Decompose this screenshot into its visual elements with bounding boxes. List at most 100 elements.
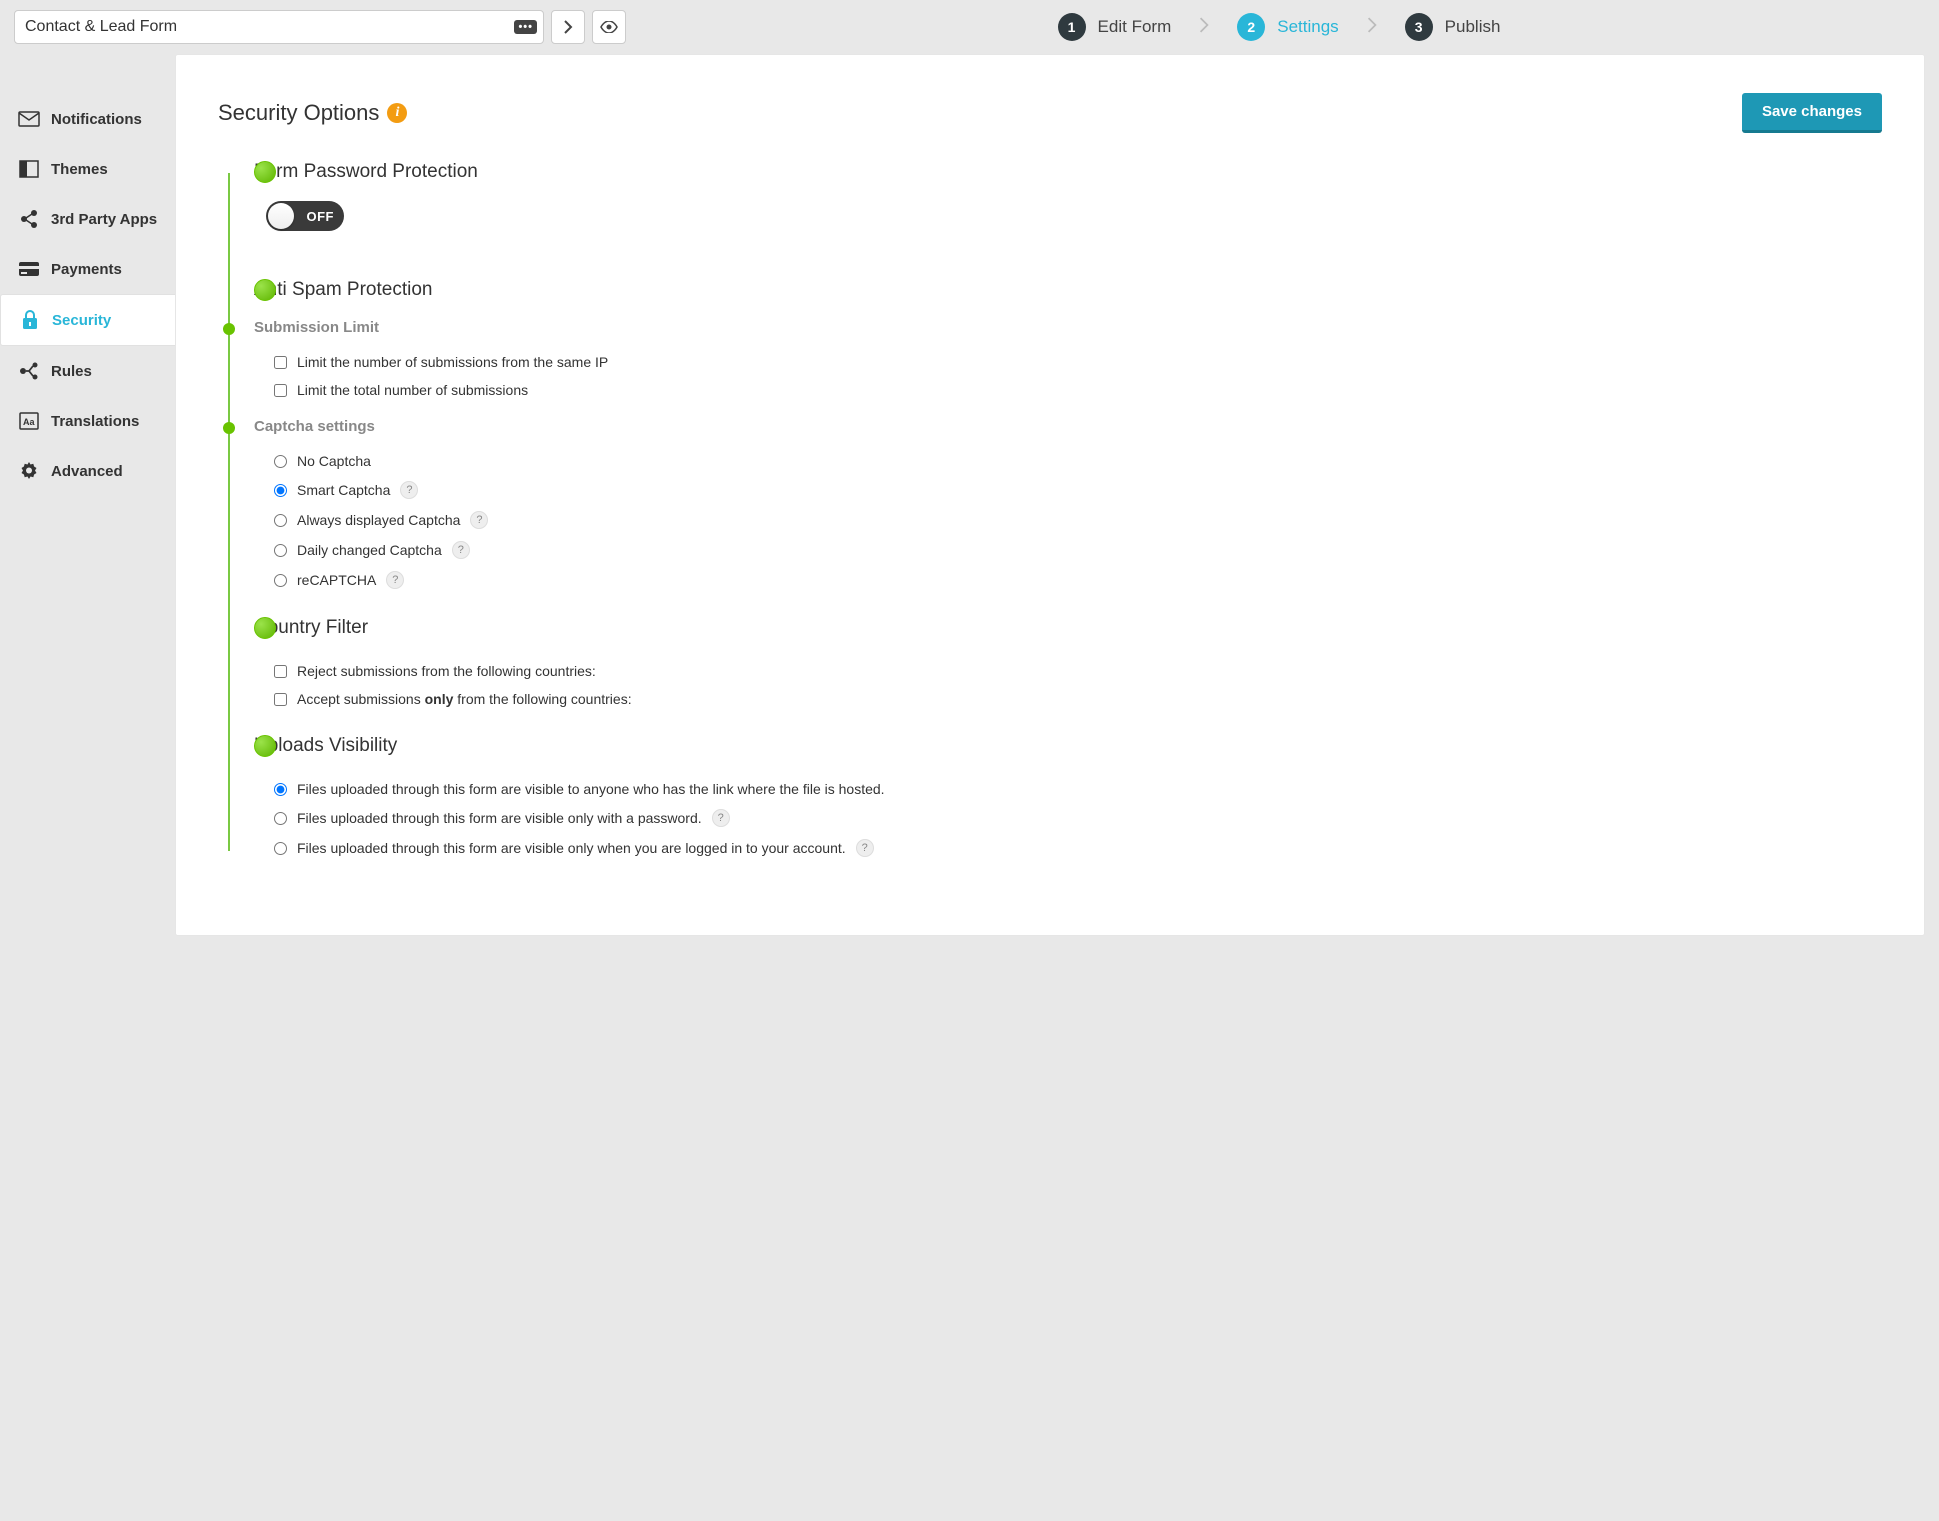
subheading-captcha: Captcha settings bbox=[254, 418, 1882, 435]
option-label: Always displayed Captcha bbox=[297, 512, 460, 528]
radio-option[interactable]: reCAPTCHA? bbox=[274, 565, 1882, 595]
section-country-filter: Country Filter bbox=[254, 617, 1882, 639]
subheading-submission-limit: Submission Limit bbox=[254, 319, 1882, 336]
option-label: Limit the total number of submissions bbox=[297, 382, 528, 398]
wizard-step-number: 1 bbox=[1058, 13, 1086, 41]
sidebar-item-rules[interactable]: Rules bbox=[0, 346, 175, 396]
radio[interactable] bbox=[274, 455, 287, 468]
radio[interactable] bbox=[274, 812, 287, 825]
sidebar-item-translations[interactable]: Aa Translations bbox=[0, 396, 175, 446]
radio-option[interactable]: No Captcha bbox=[274, 447, 1882, 475]
radio-option[interactable]: Always displayed Captcha? bbox=[274, 505, 1882, 535]
sidebar-item-label: Themes bbox=[51, 161, 108, 178]
help-icon[interactable]: ? bbox=[712, 809, 730, 827]
checkbox[interactable] bbox=[274, 356, 287, 369]
help-icon[interactable]: ? bbox=[452, 541, 470, 559]
gear-icon bbox=[18, 460, 40, 482]
toggle-label: OFF bbox=[307, 209, 335, 224]
sidebar-item-label: Payments bbox=[51, 261, 122, 278]
preview-button[interactable] bbox=[592, 10, 626, 44]
option-label: Smart Captcha bbox=[297, 482, 390, 498]
radio[interactable] bbox=[274, 514, 287, 527]
option-label: Accept submissions only from the followi… bbox=[297, 691, 632, 707]
sidebar-item-label: Security bbox=[52, 312, 111, 329]
chevron-right-icon bbox=[562, 20, 574, 34]
option-label: reCAPTCHA bbox=[297, 572, 376, 588]
option-label: Files uploaded through this form are vis… bbox=[297, 810, 702, 826]
radio-option[interactable]: Files uploaded through this form are vis… bbox=[274, 803, 1882, 833]
timeline-subnode bbox=[223, 323, 235, 335]
checkbox-option[interactable]: Reject submissions from the following co… bbox=[274, 657, 1882, 685]
wizard-step-edit-form[interactable]: 1 Edit Form bbox=[1058, 13, 1172, 41]
sidebar: Notifications Themes 3rd Party Apps Payment… bbox=[0, 54, 175, 496]
sidebar-item-3rd-party-apps[interactable]: 3rd Party Apps bbox=[0, 194, 175, 244]
mail-icon bbox=[18, 108, 40, 130]
radio-option[interactable]: Smart Captcha? bbox=[274, 475, 1882, 505]
checkbox[interactable] bbox=[274, 693, 287, 706]
wizard-steps: 1 Edit Form 2Settings 3 Publish bbox=[633, 13, 1925, 41]
content-panel: Security Options i Save changes Form Pas… bbox=[175, 54, 1925, 936]
help-icon[interactable]: ? bbox=[400, 481, 418, 499]
option-label: Files uploaded through this form are vis… bbox=[297, 840, 846, 856]
eye-icon bbox=[600, 21, 618, 33]
layout-icon bbox=[18, 158, 40, 180]
wizard-step-number: 2 bbox=[1237, 13, 1265, 41]
sidebar-item-label: 3rd Party Apps bbox=[51, 211, 157, 228]
save-button[interactable]: Save changes bbox=[1742, 93, 1882, 133]
password-toggle[interactable]: OFF bbox=[266, 201, 344, 231]
sidebar-item-label: Translations bbox=[51, 413, 139, 430]
ellipsis-icon[interactable]: ••• bbox=[514, 20, 537, 34]
help-icon[interactable]: ? bbox=[470, 511, 488, 529]
chevron-right-icon bbox=[1199, 17, 1209, 38]
section-anti-spam: Anti Spam Protection bbox=[254, 279, 1882, 301]
sidebar-item-security[interactable]: Security bbox=[0, 294, 176, 346]
checkbox[interactable] bbox=[274, 665, 287, 678]
next-button[interactable] bbox=[551, 10, 585, 44]
wizard-step-number: 3 bbox=[1405, 13, 1433, 41]
wizard-step-label: Publish bbox=[1445, 17, 1501, 37]
page-title: Security Options bbox=[218, 100, 379, 126]
radio[interactable] bbox=[274, 842, 287, 855]
option-label: Files uploaded through this form are vis… bbox=[297, 781, 885, 797]
info-icon[interactable]: i bbox=[387, 103, 407, 123]
option-label: Limit the number of submissions from the… bbox=[297, 354, 608, 370]
sidebar-item-advanced[interactable]: Advanced bbox=[0, 446, 175, 496]
radio[interactable] bbox=[274, 783, 287, 796]
sidebar-item-payments[interactable]: Payments bbox=[0, 244, 175, 294]
help-icon[interactable]: ? bbox=[856, 839, 874, 857]
timeline-node bbox=[254, 735, 276, 757]
wizard-step-settings[interactable]: 2Settings bbox=[1237, 13, 1338, 41]
timeline-subnode bbox=[223, 422, 235, 434]
checkbox-option[interactable]: Accept submissions only from the followi… bbox=[274, 685, 1882, 713]
radio[interactable] bbox=[274, 484, 287, 497]
timeline-node bbox=[254, 161, 276, 183]
wizard-step-publish[interactable]: 3 Publish bbox=[1405, 13, 1501, 41]
radio[interactable] bbox=[274, 544, 287, 557]
help-icon[interactable]: ? bbox=[386, 571, 404, 589]
checkbox-option[interactable]: Limit the total number of submissions bbox=[274, 376, 1882, 404]
sidebar-item-label: Notifications bbox=[51, 111, 142, 128]
radio-option[interactable]: Daily changed Captcha? bbox=[274, 535, 1882, 565]
checkbox-option[interactable]: Limit the number of submissions from the… bbox=[274, 348, 1882, 376]
branch-icon bbox=[18, 360, 40, 382]
svg-text:Aa: Aa bbox=[23, 417, 35, 427]
wizard-step-label: Edit Form bbox=[1098, 17, 1172, 37]
section-password-protection: Form Password Protection bbox=[254, 161, 1882, 183]
chevron-right-icon bbox=[1367, 17, 1377, 38]
option-label: Reject submissions from the following co… bbox=[297, 663, 596, 679]
form-name-input[interactable] bbox=[25, 18, 514, 36]
sidebar-item-notifications[interactable]: Notifications bbox=[0, 94, 175, 144]
lock-icon bbox=[19, 309, 41, 331]
timeline-line bbox=[228, 173, 230, 851]
section-uploads-visibility: Uploads Visibility bbox=[254, 735, 1882, 757]
timeline-node bbox=[254, 279, 276, 301]
option-label: Daily changed Captcha bbox=[297, 542, 442, 558]
card-icon bbox=[18, 258, 40, 280]
radio-option[interactable]: Files uploaded through this form are vis… bbox=[274, 775, 1882, 803]
timeline-node bbox=[254, 617, 276, 639]
sidebar-item-themes[interactable]: Themes bbox=[0, 144, 175, 194]
checkbox[interactable] bbox=[274, 384, 287, 397]
radio-option[interactable]: Files uploaded through this form are vis… bbox=[274, 833, 1882, 863]
radio[interactable] bbox=[274, 574, 287, 587]
form-name-field[interactable]: ••• bbox=[14, 10, 544, 44]
